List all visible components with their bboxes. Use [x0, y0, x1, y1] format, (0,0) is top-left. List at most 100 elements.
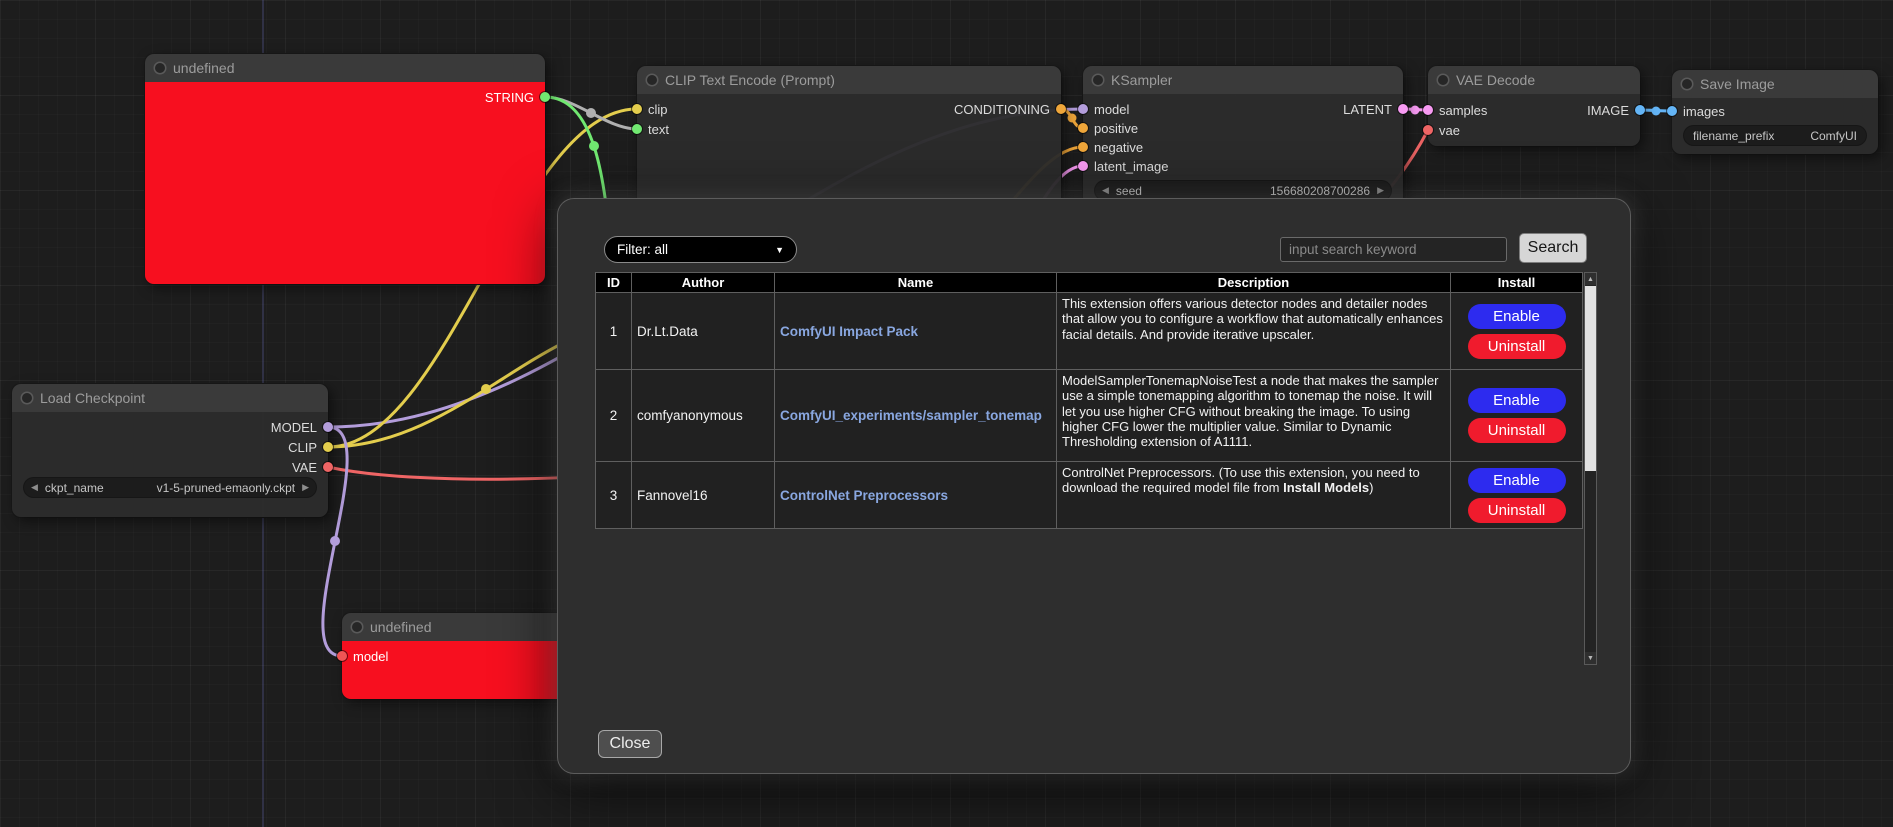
- collapse-dot-icon[interactable]: [155, 63, 165, 73]
- clip-output-slot[interactable]: CLIP: [288, 438, 333, 456]
- increment-arrow-icon[interactable]: ▶: [302, 482, 309, 493]
- node-save-image[interactable]: Save Image images filename_prefix ComfyU…: [1672, 70, 1878, 154]
- string-port-icon[interactable]: [632, 124, 642, 134]
- extension-link[interactable]: ComfyUI_experiments/sampler_tonemap: [780, 408, 1042, 423]
- node-title-bar[interactable]: Save Image: [1672, 70, 1878, 98]
- latent-image-input-slot[interactable]: latent_image: [1078, 157, 1168, 175]
- node-title: undefined: [173, 60, 235, 76]
- extension-link[interactable]: ComfyUI Impact Pack: [780, 324, 918, 339]
- collapse-dot-icon[interactable]: [1093, 75, 1103, 85]
- latent-port-icon[interactable]: [1078, 161, 1088, 171]
- enable-button[interactable]: Enable: [1468, 388, 1566, 413]
- node-title-bar[interactable]: VAE Decode: [1428, 66, 1640, 94]
- enable-button[interactable]: Enable: [1468, 304, 1566, 329]
- node-title: VAE Decode: [1456, 72, 1535, 88]
- scrollbar[interactable]: ▲ ▼: [1584, 272, 1597, 665]
- collapse-dot-icon[interactable]: [647, 75, 657, 85]
- filter-selected-label: Filter: all: [617, 242, 668, 257]
- model-port-icon[interactable]: [1078, 104, 1088, 114]
- slot-label: clip: [648, 102, 668, 117]
- slot-label: images: [1683, 104, 1725, 119]
- widget-label: seed: [1116, 184, 1142, 198]
- string-output-slot[interactable]: STRING: [485, 88, 550, 106]
- node-title-bar[interactable]: KSampler: [1083, 66, 1403, 94]
- seed-widget[interactable]: ◀ seed 156680208700286 ▶: [1095, 181, 1391, 200]
- slot-label: CLIP: [288, 440, 317, 455]
- close-button[interactable]: Close: [598, 730, 662, 758]
- search-button[interactable]: Search: [1519, 233, 1587, 263]
- extension-name-cell: ComfyUI_experiments/sampler_tonemap: [775, 370, 1057, 462]
- increment-arrow-icon[interactable]: ▶: [1377, 185, 1384, 196]
- string-port-icon[interactable]: [540, 92, 550, 102]
- node-ksampler[interactable]: KSampler model positive negative latent_…: [1083, 66, 1403, 214]
- extension-install-cell: Enable Uninstall: [1451, 462, 1583, 529]
- node-canvas[interactable]: undefined STRING CLIP Text Encode (Promp…: [0, 0, 1893, 827]
- node-title-bar[interactable]: Load Checkpoint: [12, 384, 328, 412]
- search-input[interactable]: [1280, 237, 1507, 262]
- scroll-up-icon[interactable]: ▲: [1585, 273, 1596, 285]
- node-load-checkpoint[interactable]: Load Checkpoint MODEL CLIP VAE ◀ ckpt_na…: [12, 384, 328, 517]
- latent-output-slot[interactable]: LATENT: [1343, 100, 1408, 118]
- image-port-icon[interactable]: [1635, 105, 1645, 115]
- filename-prefix-widget[interactable]: filename_prefix ComfyUI: [1684, 126, 1866, 145]
- node-vae-decode[interactable]: VAE Decode samples vae IMAGE: [1428, 66, 1640, 146]
- images-input-slot[interactable]: images: [1667, 102, 1725, 120]
- collapse-dot-icon[interactable]: [1438, 75, 1448, 85]
- node-undefined-top[interactable]: undefined STRING: [145, 54, 545, 284]
- conditioning-port-icon[interactable]: [1056, 104, 1066, 114]
- collapse-dot-icon[interactable]: [1682, 79, 1692, 89]
- extension-name-cell: ComfyUI Impact Pack: [775, 293, 1057, 370]
- samples-input-slot[interactable]: samples: [1423, 101, 1487, 119]
- enable-button[interactable]: Enable: [1468, 468, 1566, 493]
- collapse-dot-icon[interactable]: [22, 393, 32, 403]
- vae-input-slot[interactable]: vae: [1423, 121, 1460, 139]
- node-title-bar[interactable]: CLIP Text Encode (Prompt): [637, 66, 1061, 94]
- extension-author: Dr.Lt.Data: [632, 293, 775, 370]
- extension-install-cell: Enable Uninstall: [1451, 370, 1583, 462]
- uninstall-button[interactable]: Uninstall: [1468, 498, 1566, 523]
- clip-port-icon[interactable]: [632, 104, 642, 114]
- latent-port-icon[interactable]: [1398, 104, 1408, 114]
- vae-port-icon[interactable]: [1423, 125, 1433, 135]
- image-output-slot[interactable]: IMAGE: [1587, 101, 1645, 119]
- decrement-arrow-icon[interactable]: ◀: [31, 482, 38, 493]
- uninstall-button[interactable]: Uninstall: [1468, 334, 1566, 359]
- vae-port-icon[interactable]: [323, 462, 333, 472]
- model-input-slot[interactable]: model: [337, 647, 388, 665]
- negative-input-slot[interactable]: negative: [1078, 138, 1143, 156]
- node-title: undefined: [370, 619, 432, 635]
- manager-dialog: Filter: all ▼ Search IDAuthorNameDescrip…: [558, 199, 1630, 773]
- clip-input-slot[interactable]: clip: [632, 100, 668, 118]
- node-body: [145, 82, 545, 284]
- conditioning-port-icon[interactable]: [1078, 123, 1088, 133]
- extension-description: This extension offers various detector n…: [1057, 293, 1451, 370]
- vae-output-slot[interactable]: VAE: [292, 458, 333, 476]
- conditioning-port-icon[interactable]: [1078, 142, 1088, 152]
- model-port-icon[interactable]: [337, 651, 347, 661]
- slot-label: samples: [1439, 103, 1487, 118]
- ckpt-name-widget[interactable]: ◀ ckpt_name v1-5-pruned-emaonly.ckpt ▶: [24, 478, 316, 497]
- clip-port-icon[interactable]: [323, 442, 333, 452]
- column-header-description: Description: [1057, 273, 1451, 293]
- filter-select[interactable]: Filter: all ▼: [604, 236, 797, 263]
- table-header-row: IDAuthorNameDescriptionInstall: [596, 273, 1583, 293]
- latent-port-icon[interactable]: [1423, 105, 1433, 115]
- node-title: CLIP Text Encode (Prompt): [665, 72, 835, 88]
- text-input-slot[interactable]: text: [632, 120, 669, 138]
- model-input-slot[interactable]: model: [1078, 100, 1129, 118]
- column-header-id: ID: [596, 273, 632, 293]
- model-port-icon[interactable]: [323, 422, 333, 432]
- model-output-slot[interactable]: MODEL: [271, 418, 333, 436]
- extension-author: comfyanonymous: [632, 370, 775, 462]
- column-header-author: Author: [632, 273, 775, 293]
- image-port-icon[interactable]: [1667, 106, 1677, 116]
- scroll-down-icon[interactable]: ▼: [1585, 652, 1596, 664]
- uninstall-button[interactable]: Uninstall: [1468, 418, 1566, 443]
- scrollbar-thumb[interactable]: [1585, 286, 1596, 471]
- decrement-arrow-icon[interactable]: ◀: [1102, 185, 1109, 196]
- extension-link[interactable]: ControlNet Preprocessors: [780, 488, 948, 503]
- conditioning-output-slot[interactable]: CONDITIONING: [954, 100, 1066, 118]
- collapse-dot-icon[interactable]: [352, 622, 362, 632]
- node-title-bar[interactable]: undefined: [145, 54, 545, 82]
- positive-input-slot[interactable]: positive: [1078, 119, 1138, 137]
